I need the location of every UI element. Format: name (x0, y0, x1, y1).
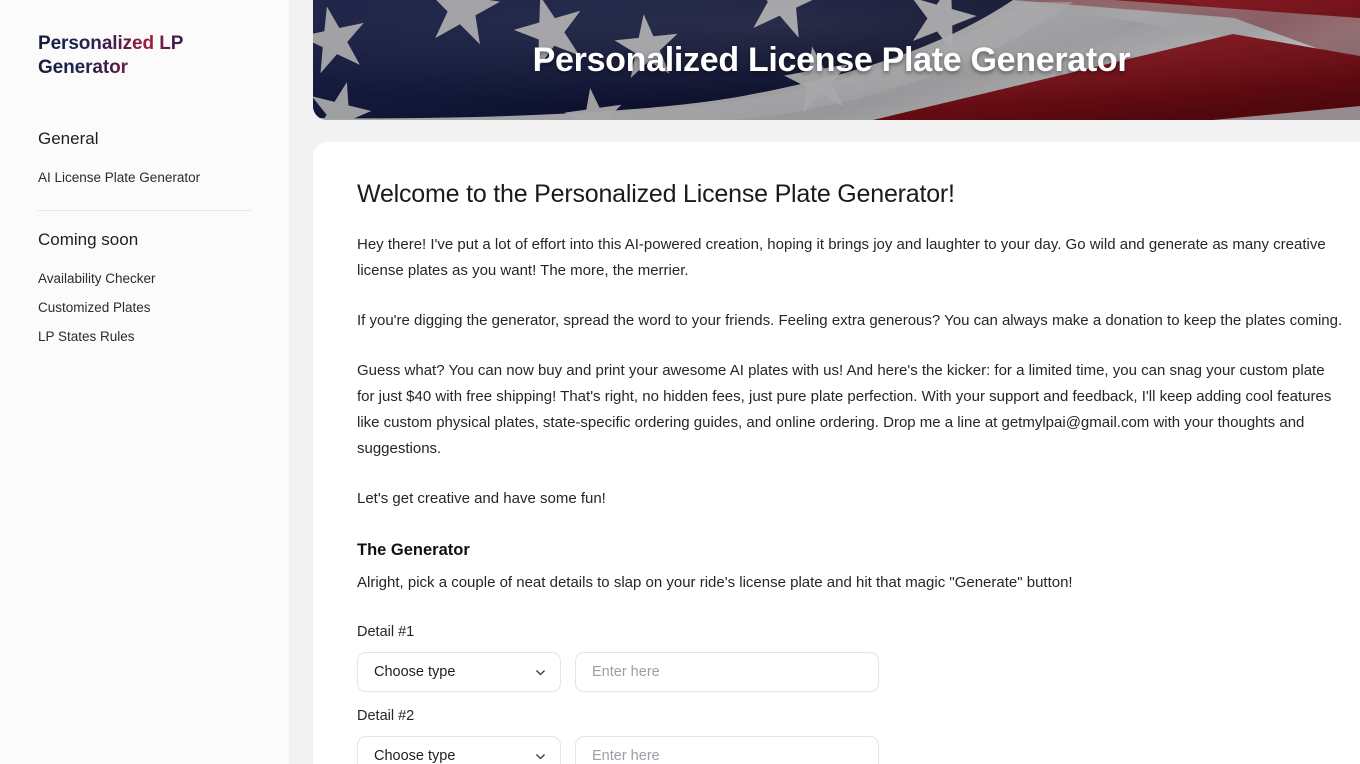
detail-2-type-select[interactable]: Choose type (357, 736, 561, 764)
brand-title[interactable]: Personalized LP Generator (38, 32, 213, 80)
sidebar-heading-general: General (38, 129, 99, 148)
detail-1-row: Choose type (357, 652, 1346, 692)
chevron-down-icon (536, 669, 545, 675)
header-banner: Personalized License Plate Generator (313, 0, 1360, 120)
intro-paragraph-4: Let's get creative and have some fun! (357, 490, 606, 507)
sidebar: Personalized LP Generator General AI Lic… (0, 0, 289, 764)
chevron-down-icon (536, 753, 545, 759)
detail-2-row: Choose type (357, 736, 1346, 764)
app-root: Personalized LP Generator General AI Lic… (0, 0, 1360, 764)
intro-paragraph-2: If you're digging the generator, spread … (357, 312, 1343, 329)
sidebar-item-availability-checker[interactable]: Availability Checker (38, 264, 251, 293)
sidebar-item-ai-license-plate-generator[interactable]: AI License Plate Generator (38, 163, 251, 192)
sidebar-divider (38, 210, 251, 211)
page-title: Welcome to the Personalized License Plat… (357, 180, 955, 208)
generator-section-subtitle: Alright, pick a couple of neat details t… (357, 574, 1073, 591)
american-flag-banner-image (313, 0, 1360, 120)
sidebar-section-general: General AI License Plate Generator (38, 128, 251, 192)
main-column: Personalized License Plate Generator Wel… (289, 0, 1360, 764)
detail-1-label: Detail #1 (357, 624, 415, 640)
detail-1-type-select[interactable]: Choose type (357, 652, 561, 692)
detail-2-value-input[interactable] (575, 736, 879, 764)
intro-paragraph-1: Hey there! I've put a lot of effort into… (357, 236, 1326, 279)
detail-field-group-1: Detail #1 Choose type (357, 622, 1346, 692)
sidebar-section-coming-soon: Coming soon Availability Checker Customi… (38, 229, 251, 351)
sidebar-item-customized-plates[interactable]: Customized Plates (38, 293, 251, 322)
detail-2-label: Detail #2 (357, 708, 415, 724)
content-card: Welcome to the Personalized License Plat… (313, 142, 1360, 764)
detail-1-type-select-value: Choose type (374, 664, 456, 680)
sidebar-heading-coming-soon: Coming soon (38, 230, 139, 249)
sidebar-item-lp-states-rules[interactable]: LP States Rules (38, 322, 251, 351)
detail-1-value-input[interactable] (575, 652, 879, 692)
generator-section-title: The Generator (357, 541, 470, 559)
detail-2-type-select-value: Choose type (374, 748, 456, 764)
intro-paragraph-3: Guess what? You can now buy and print yo… (357, 362, 1332, 457)
detail-field-group-2: Detail #2 Choose type (357, 706, 1346, 764)
